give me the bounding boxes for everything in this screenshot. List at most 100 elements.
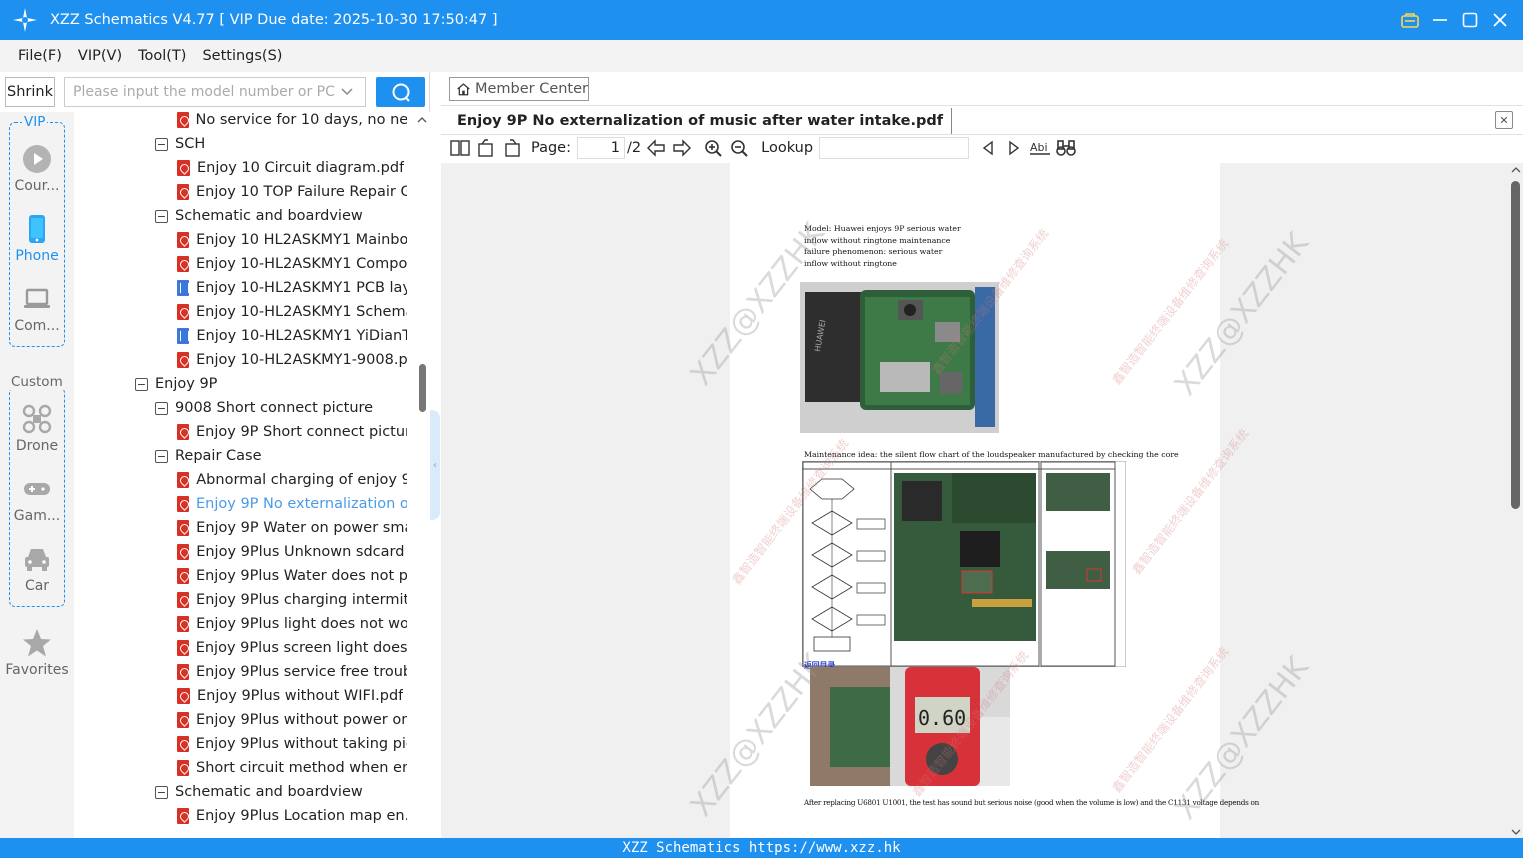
pane-splitter[interactable]: ‹ — [430, 410, 440, 520]
tree-folder[interactable]: − Repair Case — [155, 444, 405, 468]
menu-file[interactable]: File(F) — [10, 48, 70, 64]
close-tab-icon[interactable]: ✕ — [1495, 111, 1513, 129]
find-next-icon[interactable] — [1003, 137, 1025, 159]
two-page-view-icon[interactable] — [449, 137, 471, 159]
scroll-down-icon[interactable] — [1509, 827, 1523, 837]
maximize-icon[interactable] — [1455, 0, 1485, 40]
tree-item[interactable]: Enjoy 9Plus charging intermitte — [177, 588, 407, 612]
viewer-scrollbar[interactable] — [1509, 163, 1523, 838]
tree-item[interactable]: Enjoy 9Plus without taking pictu — [177, 732, 407, 756]
next-page-arrow-icon[interactable] — [671, 137, 693, 159]
tree-item[interactable]: Enjoy 9Plus light does not work — [177, 612, 407, 636]
pcb-icon — [177, 328, 190, 344]
menu-vip[interactable]: VIP(V) — [70, 48, 130, 64]
tree-item[interactable]: Enjoy 10-HL2ASKMY1 YiDianTo — [177, 324, 407, 348]
gamepad-icon — [24, 483, 50, 495]
pdf-icon — [177, 712, 190, 728]
collapse-icon[interactable]: − — [155, 785, 168, 799]
tree-item[interactable]: Enjoy 9Plus Unknown sdcard (r — [177, 540, 407, 564]
tree-item[interactable]: Enjoy 10 TOP Failure Repair Gui — [177, 180, 407, 204]
search-button[interactable] — [376, 77, 425, 107]
custom-group-caption: Custom — [9, 374, 65, 390]
phone-icon — [29, 215, 45, 243]
collapse-icon[interactable]: − — [155, 449, 168, 463]
page-number-input[interactable] — [577, 137, 625, 159]
sidebar-item-games[interactable]: Gam... — [0, 474, 74, 524]
zoom-in-icon[interactable] — [703, 137, 725, 159]
shrink-button[interactable]: Shrink — [5, 77, 55, 107]
tree-item[interactable]: Enjoy 9Plus Water does not pov — [177, 564, 407, 588]
rotate-right-icon[interactable] — [501, 137, 523, 159]
sidebar-item-label: Drone — [15, 438, 59, 454]
lookup-label: Lookup — [761, 140, 814, 156]
tree-item[interactable]: Enjoy 9P Water on power small — [177, 516, 407, 540]
tree-folder[interactable]: − SCH — [155, 132, 405, 156]
tree-item[interactable]: Enjoy 9Plus service free trouble — [177, 660, 407, 684]
pdf-icon — [177, 688, 190, 704]
sidebar-item-computer[interactable]: Com... — [0, 284, 74, 334]
tree-scroll-thumb[interactable] — [419, 364, 426, 412]
tree-item[interactable]: Enjoy 9Plus without WIFI.pdf — [177, 684, 407, 708]
tree-item[interactable]: Enjoy 9Plus screen light does no — [177, 636, 407, 660]
tree-scrollbar[interactable] — [414, 112, 430, 838]
tree-item[interactable]: Enjoy 10-HL2ASKMY1 PCB layer — [177, 276, 407, 300]
collapse-icon[interactable]: − — [135, 377, 148, 391]
rotate-left-icon[interactable] — [475, 137, 497, 159]
collapse-icon[interactable]: − — [155, 137, 168, 151]
tree-folder[interactable]: − Schematic and boardview — [155, 780, 405, 804]
pdf-viewer[interactable]: Model: Huawei enjoys 9P serious water in… — [441, 163, 1523, 838]
tree-folder[interactable]: − Schematic and boardview — [155, 204, 405, 228]
sidebar-item-courses[interactable]: Cour... — [0, 144, 74, 194]
tree-item[interactable]: Enjoy 10-HL2ASKMY1 Schemati — [177, 300, 407, 324]
sidebar-item-label: Phone — [15, 248, 59, 264]
tree-item[interactable]: Enjoy 10-HL2ASKMY1 Compone — [177, 252, 407, 276]
document-tab-active[interactable]: Enjoy 9P No externalization of music aft… — [449, 108, 953, 134]
member-center-button[interactable]: Member Center — [449, 77, 589, 101]
tree-item[interactable]: Enjoy 10-HL2ASKMY1-9008.pdf — [177, 348, 407, 372]
close-icon[interactable] — [1485, 0, 1515, 40]
tree-item[interactable]: Enjoy 9Plus Location map en.pc — [177, 804, 407, 828]
pdf-icon — [177, 640, 189, 656]
tree-item[interactable]: Enjoy 9Plus without power on.p — [177, 708, 407, 732]
collapse-icon[interactable]: − — [155, 209, 168, 223]
tree-item[interactable]: Enjoy 10 Circuit diagram.pdf — [177, 156, 407, 180]
collapse-icon[interactable]: − — [155, 401, 168, 415]
match-case-icon[interactable]: Abi — [1029, 137, 1051, 159]
tree-item[interactable]: Enjoy 10 HL2ASKMY1 Mainborc — [177, 228, 407, 252]
pdf-icon — [177, 352, 190, 368]
tree-item[interactable]: Enjoy 9P Short connect picture. — [177, 420, 407, 444]
sidebar-item-car[interactable]: Car — [0, 544, 74, 594]
tree-item[interactable]: No service for 10 days, no netwo — [177, 112, 407, 132]
pdf-icon — [177, 232, 190, 248]
tree-item[interactable]: Short circuit method when enjo — [177, 756, 407, 780]
star-icon — [23, 629, 51, 657]
scroll-up-icon[interactable] — [1509, 165, 1523, 175]
minimize-icon[interactable] — [1425, 0, 1455, 40]
tree-folder[interactable]: − Enjoy 9P — [135, 372, 405, 396]
pdf-icon — [177, 808, 189, 824]
search-input[interactable] — [65, 79, 335, 105]
sidebar-item-favorites[interactable]: Favorites — [0, 628, 74, 678]
scroll-up-icon[interactable] — [414, 114, 430, 126]
pcb-icon — [177, 280, 189, 296]
tree-item-selected[interactable]: Enjoy 9P No externalization of r — [177, 492, 407, 516]
tree-folder[interactable]: −9008 Short connect picture — [155, 396, 405, 420]
binoculars-icon[interactable] — [1055, 137, 1077, 159]
title-bar: XZZ Schematics V4.77 [ VIP Due date: 202… — [0, 0, 1523, 40]
lookup-input[interactable] — [819, 137, 970, 159]
vip-badge-icon[interactable] — [1395, 0, 1425, 40]
pdf-icon — [177, 256, 189, 272]
pdf-maintenance-text: Maintenance idea: the silent flow chart … — [804, 450, 1179, 459]
tree-item[interactable]: Abnormal charging of enjoy 9P — [177, 468, 407, 492]
menu-settings[interactable]: Settings(S) — [194, 48, 290, 64]
zoom-out-icon[interactable] — [729, 137, 751, 159]
prev-page-arrow-icon[interactable] — [645, 137, 667, 159]
viewer-scroll-thumb[interactable] — [1511, 181, 1520, 509]
sidebar-item-drone[interactable]: Drone — [0, 404, 74, 454]
pdf-footer-text: After replacing U6801 U1001, the test ha… — [804, 798, 1260, 807]
sidebar-item-label: Cour... — [14, 178, 60, 194]
chevron-down-icon[interactable] — [335, 85, 359, 99]
sidebar-item-phone[interactable]: Phone — [0, 214, 74, 264]
menu-tool[interactable]: Tool(T) — [130, 48, 194, 64]
find-prev-icon[interactable] — [977, 137, 999, 159]
